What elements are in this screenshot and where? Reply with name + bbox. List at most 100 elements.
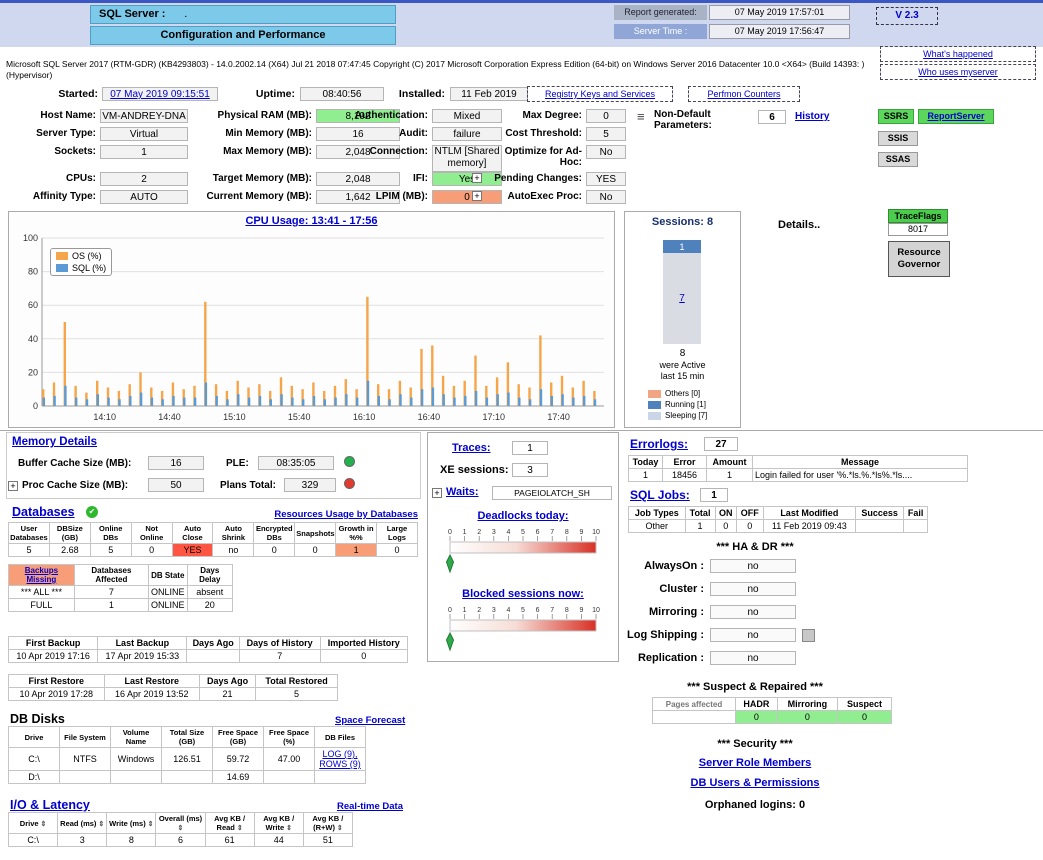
- table-cell: no: [212, 543, 255, 557]
- table-row: Other 1 0 0 11 Feb 2019 09:43: [628, 519, 928, 533]
- table-cell: ON: [714, 506, 737, 520]
- autoexec-expand-icon[interactable]: [472, 191, 482, 201]
- table-cell-link[interactable]: LOG (9), ROWS (9): [314, 747, 366, 771]
- max-degree-value: 0: [586, 109, 626, 123]
- table-cell: Growth in %%: [335, 522, 378, 544]
- sessions-legend-others: Others [0]: [648, 389, 700, 398]
- realtime-data-link[interactable]: Real-time Data: [337, 801, 403, 812]
- log-shipping-settings-button[interactable]: [802, 629, 815, 642]
- whats-happened-link[interactable]: What's happened: [880, 46, 1036, 62]
- table-cell: First Backup: [7, 636, 99, 650]
- table-cell: Days Delay: [186, 564, 233, 586]
- sql-legend-label: SQL (%): [72, 263, 107, 273]
- table-cell: Online DBs: [89, 522, 132, 544]
- table-cell: Job Types: [628, 506, 686, 520]
- db-users-permissions-link[interactable]: DB Users & Permissions: [640, 777, 870, 789]
- table-cell: 0: [294, 543, 337, 557]
- io-latency-title[interactable]: I/O & Latency: [10, 798, 90, 812]
- waits-expand-icon[interactable]: [432, 488, 442, 498]
- backup-history-table: First Backup Last Backup Days Ago Days of H…: [7, 636, 409, 663]
- proc-cache-value: 50: [148, 478, 204, 492]
- blocked-sessions-link[interactable]: Blocked sessions now:: [430, 588, 616, 600]
- svg-text:5: 5: [521, 529, 525, 536]
- table-cell: Login failed for user '%.*ls.%.*ls%.*ls.…: [752, 468, 968, 482]
- cluster-value: no: [710, 582, 796, 596]
- history-link[interactable]: History: [795, 111, 829, 122]
- table-cell: Pages affected: [652, 697, 736, 711]
- svg-text:14:40: 14:40: [158, 412, 181, 422]
- table-cell: Last Restore: [103, 674, 200, 688]
- table-row: D:\ 14.69: [8, 770, 366, 784]
- traces-label[interactable]: Traces:: [452, 442, 491, 454]
- cpu-usage-title[interactable]: CPU Usage: 13:41 - 17:56: [8, 215, 615, 227]
- table-cell: [110, 770, 162, 784]
- replication-value: no: [710, 651, 796, 665]
- sessions-sleeping-count[interactable]: 7: [679, 293, 685, 304]
- resource-governor-button[interactable]: Resource Governor: [888, 241, 950, 277]
- table-cell: Free Space (GB): [212, 726, 264, 748]
- table-cell-link[interactable]: Backups Missing: [8, 564, 75, 586]
- os-legend-swatch: [56, 252, 68, 260]
- version-text: Microsoft SQL Server 2017 (RTM-GDR) (KB4…: [6, 59, 865, 80]
- svg-text:7: 7: [550, 607, 554, 614]
- server-time-value: 07 May 2019 17:56:47: [709, 24, 850, 39]
- waits-label[interactable]: Waits:: [446, 486, 479, 498]
- ssis-badge: SSIS: [878, 131, 918, 146]
- svg-text:10: 10: [592, 529, 600, 536]
- min-memory-label: Min Memory (MB):: [225, 128, 312, 139]
- buffer-cache-label: Buffer Cache Size (MB):: [18, 458, 132, 469]
- running-label: Running [1]: [665, 400, 706, 409]
- space-forecast-link[interactable]: Space Forecast: [335, 715, 405, 726]
- table-cell: Today: [628, 455, 663, 469]
- table-cell: Amount: [706, 455, 753, 469]
- table-cell: [314, 770, 366, 784]
- target-memory-label: Target Memory (MB):: [212, 173, 312, 184]
- memory-details-title[interactable]: Memory Details: [12, 436, 97, 448]
- table-cell: 7: [73, 585, 149, 599]
- menu-icon[interactable]: [637, 109, 645, 124]
- table-cell: DBSize (GB): [48, 522, 91, 544]
- report-generated-value: 07 May 2019 17:57:01: [709, 5, 850, 20]
- reportserver-link[interactable]: ReportServer: [918, 109, 994, 124]
- who-uses-link[interactable]: Who uses myserver: [880, 64, 1036, 80]
- svg-text:7: 7: [550, 529, 554, 536]
- deadlocks-today-link[interactable]: Deadlocks today:: [430, 510, 616, 522]
- table-cell: [903, 519, 928, 533]
- orphaned-logins-label: Orphaned logins: 0: [704, 799, 806, 811]
- perfmon-button[interactable]: Perfmon Counters: [688, 86, 800, 102]
- databases-title[interactable]: Databases: [12, 505, 75, 519]
- uptime-value: 08:40:56: [300, 87, 384, 101]
- server-time-label: Server Time :: [614, 24, 707, 39]
- svg-text:17:40: 17:40: [547, 412, 570, 422]
- proc-cache-expand-icon[interactable]: [8, 481, 18, 491]
- dashboard: SQL Server : . Configuration and Perform…: [0, 0, 1043, 860]
- started-value[interactable]: 07 May 2019 09:15:51: [102, 87, 218, 101]
- mirroring-label: Mirroring :: [649, 606, 704, 618]
- host-name-value: VM-ANDREY-DNA: [100, 109, 188, 123]
- suspect-repaired-title: *** Suspect & Repaired ***: [687, 681, 823, 693]
- table-cell: Error: [662, 455, 707, 469]
- table-cell: [855, 519, 905, 533]
- details-label[interactable]: Details..: [778, 219, 820, 231]
- errorlogs-title[interactable]: Errorlogs:: [630, 437, 688, 451]
- lpim-label: LPIM (MB):: [375, 191, 428, 202]
- table-cell: [59, 770, 111, 784]
- cluster-label: Cluster :: [659, 583, 704, 595]
- table-cell: Other: [628, 519, 686, 533]
- pending-changes-expand-icon[interactable]: [472, 173, 482, 183]
- svg-text:8: 8: [565, 529, 569, 536]
- table-cell: Avg KB / Write: [253, 812, 304, 834]
- registry-keys-button[interactable]: Registry Keys and Services: [527, 86, 673, 102]
- svg-text:1: 1: [463, 529, 467, 536]
- installed-label: Installed:: [398, 88, 445, 100]
- sql-jobs-title[interactable]: SQL Jobs:: [630, 488, 690, 502]
- started-label: Started:: [58, 88, 98, 100]
- table-cell: Days of History: [238, 636, 321, 650]
- version-badge: V 2.3: [876, 7, 938, 25]
- table-cell: Snapshots: [294, 522, 337, 544]
- autoexec-label: AutoExec Proc:: [507, 191, 582, 202]
- table-cell: 1: [73, 598, 149, 612]
- server-role-members-link[interactable]: Server Role Members: [640, 757, 870, 769]
- sleeping-label: Sleeping [7]: [665, 411, 708, 420]
- resources-usage-link[interactable]: Resources Usage by Databases: [228, 509, 418, 520]
